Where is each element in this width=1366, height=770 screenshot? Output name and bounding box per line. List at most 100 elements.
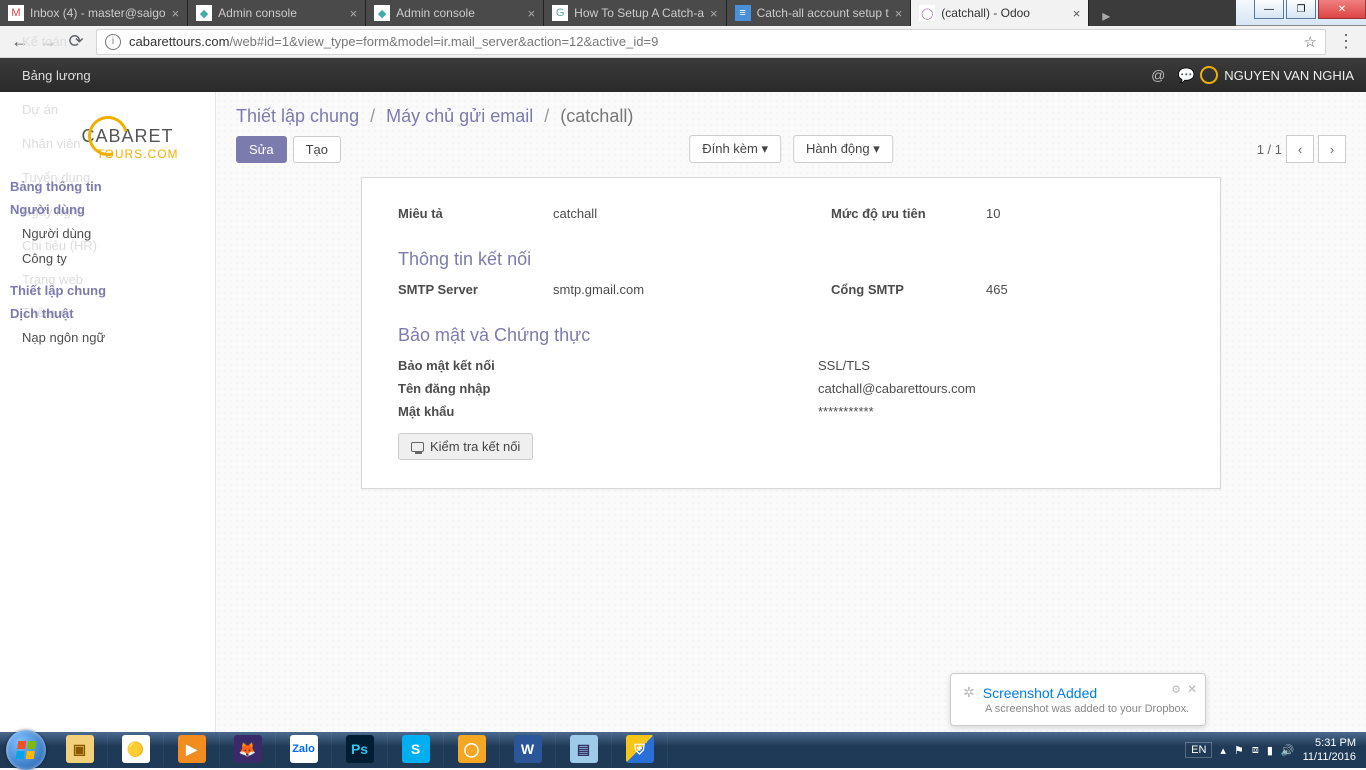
at-mentions-icon[interactable]: @ (1144, 67, 1172, 83)
browser-tab[interactable]: ◆Admin console× (366, 0, 544, 26)
bookmark-star-icon[interactable]: ☆ (1304, 33, 1317, 51)
user-menu[interactable]: NGUYEN VAN NGHIA (1200, 66, 1354, 84)
pager-text: 1 / 1 (1257, 142, 1282, 157)
tab-favicon: ◯ (919, 5, 935, 21)
taskbar-skype[interactable]: S (388, 732, 444, 768)
url-path: /web#id=1&view_type=form&model=ir.mail_s… (229, 34, 658, 49)
tray-show-hidden-icon[interactable]: ▴ (1220, 744, 1226, 757)
window-minimize-button[interactable]: — (1254, 0, 1284, 19)
pager-next-button[interactable]: › (1318, 135, 1346, 163)
breadcrumb-mail-servers[interactable]: Máy chủ gửi email (386, 106, 533, 126)
tab-close-icon[interactable]: × (172, 6, 180, 21)
label-password: Mật khẩu (398, 404, 818, 419)
browser-tab[interactable]: ◯ (catchall) - Odoo × (911, 0, 1089, 26)
taskbar-app-orange[interactable]: ◯ (444, 732, 500, 768)
heading-security: Bảo mật và Chứng thực (398, 325, 1184, 346)
dropbox-toast[interactable]: ⚙ ✕ Screenshot Added A screenshot was ad… (950, 673, 1206, 726)
window-close-button[interactable]: ✕ (1318, 0, 1366, 19)
taskbar-zalo[interactable]: Zalo (276, 732, 332, 768)
monitor-icon (411, 442, 424, 452)
taskbar-uac[interactable]: ⛨ (612, 732, 668, 768)
tab-title: Admin console (218, 6, 343, 20)
toast-gear-icon[interactable]: ⚙ (1171, 683, 1181, 696)
create-button[interactable]: Tạo (293, 136, 341, 163)
tab-close-icon[interactable]: × (710, 6, 718, 21)
messages-icon[interactable]: 💬 (1172, 67, 1200, 84)
browser-tabstrip: MInbox (4) - master@saigo×◆Admin console… (0, 0, 1236, 26)
tab-close-icon[interactable]: × (350, 6, 358, 21)
url-host: cabarettours.com (129, 34, 229, 49)
sidebar-section-translations[interactable]: Dịch thuật (0, 302, 215, 325)
browser-menu-button[interactable]: ⋮ (1332, 28, 1360, 56)
tab-title: (catchall) - Odoo (941, 6, 1066, 20)
value-smtp-port: 465 (986, 282, 1008, 297)
tab-close-icon[interactable]: × (1073, 6, 1081, 21)
tray-clock[interactable]: 5:31 PM 11/11/2016 (1303, 736, 1356, 764)
sidebar-section-general-settings[interactable]: Thiết lập chung (0, 279, 215, 302)
taskbar-photoshop[interactable]: Ps (332, 732, 388, 768)
sidebar-item-load-language[interactable]: Nạp ngôn ngữ (0, 325, 215, 350)
topmenu-item[interactable]: Kế toán (12, 24, 107, 58)
value-password: *********** (818, 404, 874, 419)
value-priority: 10 (986, 206, 1000, 221)
sidebar-item-company[interactable]: Công ty (0, 246, 215, 271)
breadcrumb: Thiết lập chung / Máy chủ gửi email / (c… (216, 92, 1366, 131)
label-connection-security: Bảo mật kết nối (398, 358, 818, 373)
tab-title: Inbox (4) - master@saigo (30, 6, 166, 20)
browser-toolbar: ← → ⟳ i cabarettours.com/web#id=1&view_t… (0, 26, 1366, 58)
breadcrumb-settings[interactable]: Thiết lập chung (236, 106, 359, 126)
start-button[interactable] (6, 730, 46, 770)
tray-dropbox-icon[interactable]: ⧈ (1252, 744, 1259, 757)
toast-body: A screenshot was added to your Dropbox. (985, 703, 1193, 715)
app-topmenu: Thảo luậnLịchGhi chúBán hàngMua sắmTồn k… (0, 58, 1366, 92)
taskbar-chrome[interactable]: 🟡 (108, 732, 164, 768)
address-bar[interactable]: i cabarettours.com/web#id=1&view_type=fo… (96, 29, 1326, 55)
taskbar-word[interactable]: W (500, 732, 556, 768)
pager-prev-button[interactable]: ‹ (1286, 135, 1314, 163)
attach-dropdown[interactable]: Đính kèm ▾ (689, 135, 781, 163)
tab-favicon: G (552, 5, 568, 21)
tray-network-icon[interactable]: ▮ (1267, 744, 1273, 757)
sidebar: CABARET TOURS.COM Bảng thông tin Người d… (0, 92, 216, 732)
sidebar-item-users[interactable]: Người dùng (0, 221, 215, 246)
new-tab-button[interactable]: ▸ (1093, 6, 1119, 26)
tab-favicon: ≡ (735, 5, 751, 21)
edit-button[interactable]: Sửa (236, 136, 287, 163)
form-sheet: Miêu tả catchall Mức độ ưu tiên 10 Thông… (361, 177, 1221, 489)
taskbar-explorer[interactable]: ▣ (52, 732, 108, 768)
heading-connection: Thông tin kết nối (398, 249, 1184, 270)
label-smtp-port: Cổng SMTP (831, 282, 986, 297)
label-smtp-server: SMTP Server (398, 282, 553, 297)
value-username: catchall@cabarettours.com (818, 381, 976, 396)
test-connection-button[interactable]: Kiểm tra kết nối (398, 433, 533, 460)
browser-tab[interactable]: M Inbox (4) - master@saigo × (0, 0, 188, 26)
browser-tab[interactable]: GHow To Setup A Catch-a× (544, 0, 726, 26)
breadcrumb-current: (catchall) (560, 106, 633, 126)
browser-tab[interactable]: ◆Admin console× (188, 0, 366, 26)
brand-logo: CABARET TOURS.COM (0, 104, 215, 175)
value-connection-security: SSL/TLS (818, 358, 870, 373)
tab-favicon: M (8, 5, 24, 21)
windows-taskbar: ▣ 🟡 ▶ 🦊 Zalo Ps S ◯ W ▤ ⛨ EN ▴ ⚑ ⧈ ▮ 🔊 5… (0, 732, 1366, 768)
toast-close-icon[interactable]: ✕ (1187, 682, 1197, 696)
sidebar-section-dashboard[interactable]: Bảng thông tin (0, 175, 215, 198)
value-smtp-server: smtp.gmail.com (553, 282, 644, 297)
window-maximize-button[interactable]: ❐ (1286, 0, 1316, 19)
site-info-icon[interactable]: i (105, 34, 121, 50)
tray-language[interactable]: EN (1185, 742, 1212, 758)
tab-title: Admin console (396, 6, 521, 20)
tray-flag-icon[interactable]: ⚑ (1234, 744, 1244, 757)
action-dropdown[interactable]: Hành động ▾ (793, 135, 893, 163)
label-priority: Mức độ ưu tiên (831, 206, 986, 221)
sidebar-section-users[interactable]: Người dùng (0, 198, 215, 221)
taskbar-notepad[interactable]: ▤ (556, 732, 612, 768)
tab-close-icon[interactable]: × (528, 6, 536, 21)
tab-close-icon[interactable]: × (895, 6, 903, 21)
toast-title: Screenshot Added (963, 684, 1193, 701)
tray-volume-icon[interactable]: 🔊 (1281, 744, 1295, 757)
browser-tab[interactable]: ≡ Catch-all account setup t × (727, 0, 912, 26)
tab-title: Catch-all account setup t (757, 6, 889, 20)
taskbar-firefox[interactable]: 🦊 (220, 732, 276, 768)
topmenu-item[interactable]: Bảng lương (12, 58, 107, 92)
taskbar-mediaplayer[interactable]: ▶ (164, 732, 220, 768)
